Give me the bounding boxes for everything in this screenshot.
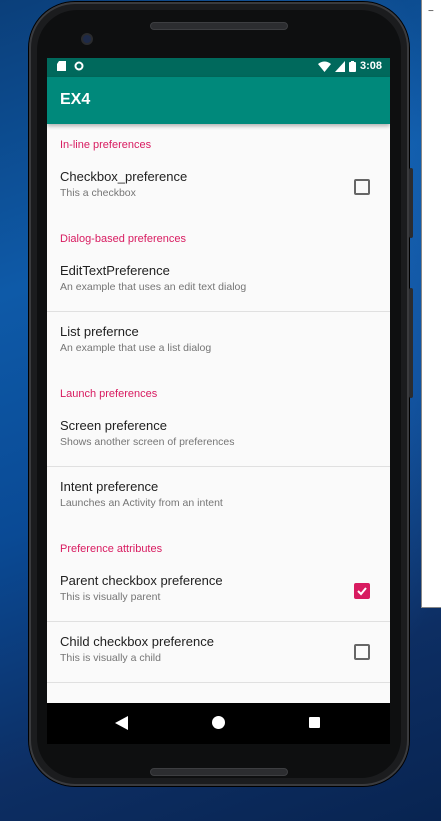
device-screen: 3:08 EX4 In-line preferences Checkbox_pre… (47, 58, 390, 744)
preference-summary: This is visually parent (60, 591, 161, 603)
battery-icon (348, 60, 356, 72)
checkbox-checked[interactable] (354, 583, 370, 599)
preference-title: Child checkbox preference (60, 634, 214, 649)
preference-title: EditTextPreference (60, 263, 170, 278)
preference-title: List prefernce (60, 324, 139, 339)
preference-title: Parent checkbox preference (60, 573, 223, 588)
status-bar: 3:08 (47, 58, 390, 77)
status-time: 3:08 (359, 60, 382, 72)
power-button (409, 168, 413, 238)
preference-item[interactable]: Checkbox_preference This a checkbox (47, 157, 390, 218)
preference-summary: An example that uses an edit text dialog (60, 281, 247, 293)
home-circle-icon[interactable] (212, 716, 225, 729)
preference-summary: This a checkbox (60, 187, 136, 199)
app-title: EX4 (60, 91, 91, 108)
preference-category-header: Preference attributes (60, 543, 163, 555)
preference-category-header: Launch preferences (60, 388, 158, 400)
preference-summary: This is visually a child (60, 652, 161, 664)
checkmark-icon (357, 587, 367, 596)
preference-summary: Shows another screen of preferences (60, 436, 235, 448)
preference-item[interactable]: Child checkbox preference This is visuall… (47, 622, 390, 683)
preference-title: Checkbox_preference (60, 169, 188, 184)
preference-item[interactable]: EditTextPreference An example that uses a… (47, 251, 390, 312)
app-bar: EX4 (47, 77, 390, 124)
wifi-icon (317, 61, 331, 72)
circle-notification-icon (74, 61, 84, 71)
preference-title: Intent preference (60, 479, 159, 494)
preference-item[interactable]: Intent preference Launches an Activity fr… (47, 467, 390, 528)
preference-item[interactable]: Parent checkbox preference This is visual… (47, 561, 390, 622)
volume-button (409, 288, 413, 398)
preference-summary: Launches an Activity from an intent (60, 497, 223, 509)
preference-list: In-line preferences Checkbox_preference Th… (47, 124, 390, 683)
checkbox-unchecked[interactable] (354, 644, 370, 660)
status-right-icons: 3:08 (317, 60, 382, 72)
preference-title: Screen preference (60, 418, 167, 433)
recents-square-icon[interactable] (309, 717, 320, 728)
preference-item[interactable]: Screen preference Shows another screen of… (47, 406, 390, 467)
sd-card-icon (57, 61, 66, 71)
back-triangle-icon[interactable] (115, 716, 128, 730)
signal-icon (334, 60, 345, 72)
bottom-speaker (150, 768, 288, 776)
preference-category-header: Dialog-based preferences (60, 233, 186, 245)
window-dash: − (428, 6, 434, 17)
preference-summary: An example that use a list dialog (60, 342, 212, 354)
navigation-bar (47, 703, 390, 744)
status-left-icons (57, 61, 84, 71)
background-window: − (421, 0, 441, 608)
front-camera-icon (81, 33, 93, 45)
top-speaker (150, 22, 288, 30)
preference-category-header: In-line preferences (60, 139, 152, 151)
checkbox-unchecked[interactable] (354, 179, 370, 195)
preference-item[interactable]: List prefernce An example that use a list… (47, 312, 390, 373)
